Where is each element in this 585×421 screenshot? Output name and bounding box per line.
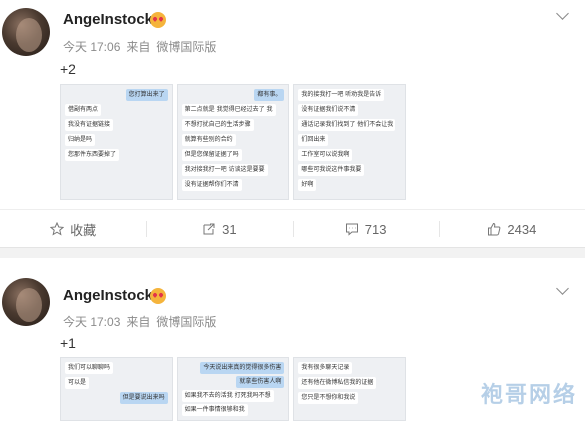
chat-bubble: 您打算出来了 [125, 89, 168, 101]
image-grid: 您打算出来了借副有两点我没有证据链接 归纳是吗您那件东西要掉了 都有事。第二点就是… [60, 84, 407, 200]
thumbs-up-icon [488, 222, 501, 236]
watermark: 袍哥网络 [480, 383, 577, 408]
repost-count: 31 [222, 221, 237, 237]
avatar[interactable] [2, 8, 50, 56]
chat-bubble: 不想打扰自己的生活步骤 [181, 119, 254, 131]
chat-screenshot-3[interactable]: 我的接我打一吧 听劝我是告诉 没有证据我们说不清通话记录我们找到了 他们不会让我们… [293, 84, 407, 200]
chat-bubble: 通话记录我们找到了 他们不会让我 [298, 119, 396, 131]
favorite-button[interactable]: 收藏 [0, 210, 146, 248]
image-grid: 我们可以聊聊吗 可以是但是要说出来吗 今天说出来真的觉得很多伤害就拿些伤害人啊如果… [60, 357, 407, 421]
chat-bubble: 没有证据帮你们不清 [181, 179, 242, 191]
chat-bubble: 我有很多聊天记录 [298, 362, 353, 374]
favorite-label: 收藏 [70, 222, 97, 238]
weibo-post-1: AngeInstock 今天 17:06 来自 微博国际版 +2 您打算出来了借副有… [0, 0, 585, 247]
avatar[interactable] [2, 278, 50, 326]
chat-bubble: 我的接我打一吧 听劝我是告诉 [298, 89, 385, 101]
comment-button[interactable]: 713 [292, 210, 439, 248]
chat-bubble: 借副有两点 [65, 104, 102, 116]
chat-bubble: 工作室可以说我啊 [298, 149, 353, 161]
chat-bubble: 就算有些别的合约 [181, 134, 236, 146]
chat-bubble: 还有他在微博私信我的证据 [298, 377, 377, 389]
chat-bubble: 如果我不去的活我 打死我吗不想 [181, 390, 274, 402]
action-bar: 收藏 31 713 2434 [0, 209, 585, 248]
heart-eyes-emoji-icon [150, 288, 166, 304]
chat-bubble: 但是您保留证据了吗 [181, 149, 242, 161]
chat-bubble: 您那件东西要掉了 [65, 149, 120, 161]
like-button[interactable]: 2434 [438, 210, 585, 248]
chat-bubble: 可以是 [65, 377, 90, 389]
chat-bubble: 如果一件事情很够和我 [181, 404, 248, 416]
source-prefix: 来自 [126, 40, 151, 54]
chevron-down-icon[interactable] [556, 7, 569, 20]
chat-bubble: 哪些可我说这件事我要 [298, 164, 365, 176]
chevron-down-icon[interactable] [556, 282, 569, 295]
chat-screenshot-1[interactable]: 您打算出来了借副有两点我没有证据链接 归纳是吗您那件东西要掉了 [60, 84, 173, 200]
chat-bubble: 但是要说出来吗 [119, 392, 168, 404]
username[interactable]: AngeInstock [63, 11, 153, 28]
repost-button[interactable]: 31 [146, 210, 292, 248]
chat-screenshot-2[interactable]: 今天说出来真的觉得很多伤害就拿些伤害人啊如果我不去的活我 打死我吗不想 如果一件事… [176, 357, 290, 421]
post-source[interactable]: 微博国际版 [156, 40, 216, 54]
post-text: +1 [60, 335, 76, 351]
chat-bubble: 第二点就是 我觉得已经过去了 我 [181, 104, 276, 116]
chat-bubble: 今天说出来真的觉得很多伤害 [200, 362, 285, 374]
post-meta: 今天 17:06 来自 微博国际版 [63, 38, 222, 55]
star-icon [50, 222, 65, 236]
comment-count: 713 [364, 221, 387, 237]
chat-screenshot-2[interactable]: 都有事。第二点就是 我觉得已经过去了 我不想打扰自己的生活步骤 就算有些别的合约但… [176, 84, 290, 200]
post-time: 今天 17:03 [63, 315, 121, 329]
chat-screenshot-3[interactable]: 我有很多聊天记录还有他在微博私信我的证据 您只是不想你和我说 [293, 357, 407, 421]
post-source[interactable]: 微博国际版 [156, 315, 216, 329]
post-time: 今天 17:06 [63, 40, 121, 54]
chat-bubble: 我没有证据链接 [65, 119, 114, 131]
like-count: 2434 [507, 221, 537, 237]
chat-screenshot-1[interactable]: 我们可以聊聊吗 可以是但是要说出来吗 [60, 357, 173, 421]
post-text: +2 [60, 61, 76, 77]
source-prefix: 来自 [126, 315, 151, 329]
username[interactable]: AngeInstock [63, 287, 153, 304]
heart-eyes-emoji-icon [150, 12, 166, 28]
chat-bubble: 我对接我打一吧 访谈这是要要 [181, 164, 268, 176]
chat-bubble: 们回出来 [298, 134, 329, 146]
chat-bubble: 没有证据我们说不清 [298, 104, 359, 116]
chat-bubble: 归纳是吗 [65, 134, 96, 146]
chat-bubble: 就拿些伤害人啊 [236, 376, 285, 388]
post-separator [0, 247, 585, 258]
chat-bubble: 我们可以聊聊吗 [65, 362, 114, 374]
post-meta: 今天 17:03 来自 微博国际版 [63, 313, 222, 330]
chat-bubble: 都有事。 [254, 89, 285, 101]
chat-bubble: 您只是不想你和我说 [298, 392, 359, 404]
repost-icon [203, 223, 215, 235]
comment-icon [345, 223, 358, 236]
chat-bubble: 好啊 [298, 179, 317, 191]
